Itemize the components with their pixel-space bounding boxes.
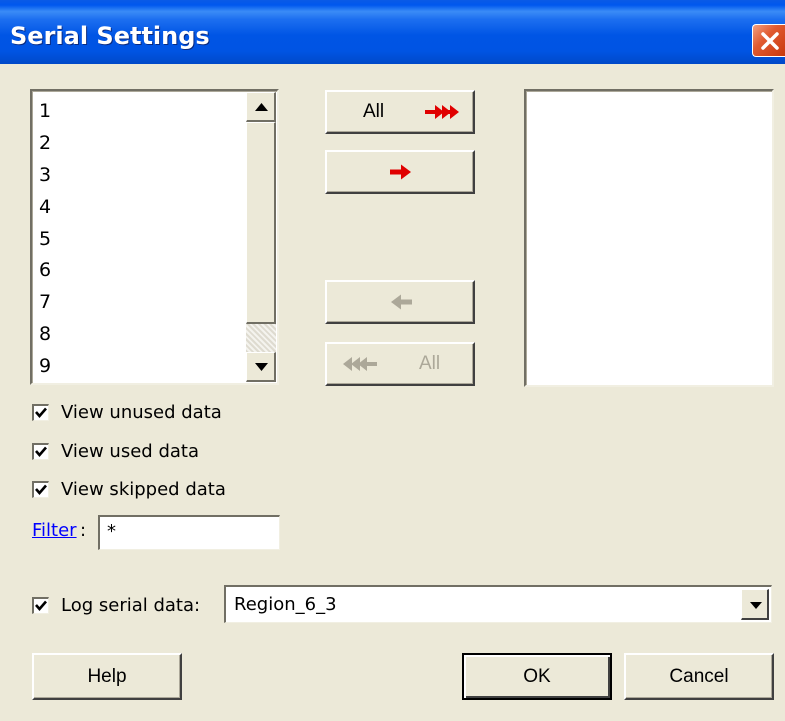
filter-input[interactable]: * [98,515,280,550]
view-unused-option[interactable]: View unused data [32,397,222,427]
help-label: Help [87,665,127,687]
checkmark-icon [35,407,47,418]
scroll-down-icon [255,363,268,371]
list-item[interactable]: 2 [39,128,51,160]
double-arrow-right-icon [425,105,459,119]
view-used-option[interactable]: View used data [32,436,199,466]
scroll-up-button[interactable] [246,92,276,122]
add-all-label: All [363,101,385,122]
dropdown-button[interactable] [741,589,769,620]
remove-all-button[interactable]: All [325,342,475,386]
remove-all-label: All [419,353,441,374]
help-button[interactable]: Help [32,653,182,700]
remove-selected-button[interactable] [325,280,475,324]
list-item[interactable]: 3 [39,160,51,192]
dialog-title: Serial Settings [10,22,210,50]
close-button[interactable] [752,24,785,57]
view-unused-label: View unused data [61,401,222,423]
checkmark-icon [35,600,47,611]
source-listbox[interactable]: 1 2 3 4 5 6 7 8 9 [30,89,279,385]
ok-label: OK [523,665,551,687]
list-item[interactable]: 4 [39,192,51,224]
double-arrow-left-icon [343,357,377,371]
list-item[interactable]: 5 [39,224,51,256]
arrow-left-icon [391,294,412,310]
log-region-select[interactable]: Region_6_3 [224,585,772,623]
view-skipped-option[interactable]: View skipped data [32,474,226,504]
filter-value: * [107,521,116,542]
cancel-button[interactable]: Cancel [624,653,774,700]
log-serial-option[interactable]: Log serial data: [32,590,200,620]
view-unused-checkbox[interactable] [32,403,49,421]
scroll-thumb[interactable] [246,122,276,324]
list-item[interactable]: 7 [39,287,51,319]
list-item[interactable]: 6 [39,255,51,287]
ok-button[interactable]: OK [462,653,612,700]
log-region-value: Region_6_3 [234,594,337,615]
source-list: 1 2 3 4 5 6 7 8 9 [39,96,51,383]
checkmark-icon [35,446,47,457]
checkmark-icon [35,484,47,495]
scroll-track[interactable] [246,324,276,352]
list-item[interactable]: 9 [39,351,51,383]
log-serial-checkbox[interactable] [32,596,49,614]
view-skipped-checkbox[interactable] [32,480,49,498]
add-all-button[interactable]: All [325,90,475,134]
serial-settings-dialog: Serial Settings 1 2 3 4 5 6 7 8 9 All Al… [0,0,785,721]
log-serial-label: Log serial data: [61,594,201,616]
title-bar[interactable]: Serial Settings [0,0,785,64]
add-selected-button[interactable] [325,150,475,194]
list-item[interactable]: 1 [39,96,51,128]
chevron-down-icon [750,602,762,609]
close-icon [761,32,779,50]
filter-colon: : [80,520,87,541]
view-used-checkbox[interactable] [32,442,49,460]
source-list-scrollbar[interactable] [246,92,276,382]
view-used-label: View used data [61,440,199,462]
scroll-up-icon [255,103,268,111]
filter-link[interactable]: Filter [32,520,77,541]
view-skipped-label: View skipped data [61,478,226,500]
list-item[interactable]: 8 [39,319,51,351]
scroll-down-button[interactable] [246,352,276,382]
target-listbox[interactable] [524,89,774,387]
arrow-right-icon [390,164,411,180]
cancel-label: Cancel [669,665,729,687]
